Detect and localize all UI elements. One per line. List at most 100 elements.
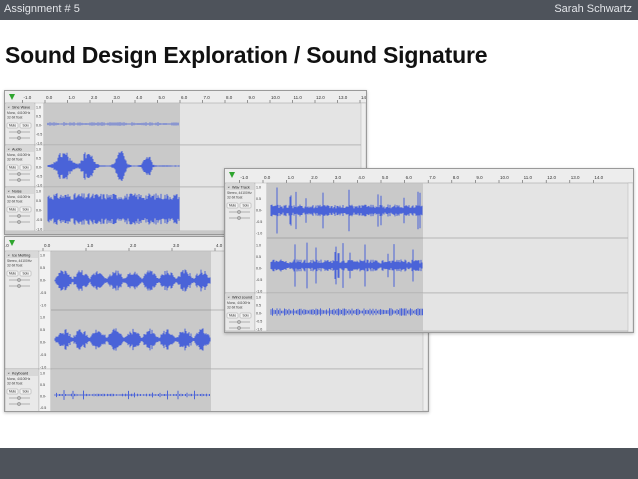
mute-label: Mute xyxy=(9,124,16,128)
scale-label: 1.0 xyxy=(36,106,41,110)
track-info: Mono, 44100Hz xyxy=(7,153,31,157)
empty-track-space xyxy=(225,331,633,332)
solo-label: Solo xyxy=(23,272,30,276)
slider-thumb[interactable] xyxy=(17,130,21,134)
ruler-tick-label: 10.0 xyxy=(500,175,509,180)
scale-label: 0.5 xyxy=(40,383,45,387)
audio-track[interactable]: Wav Track×Stereo, 44100Hz32-bit floatMut… xyxy=(225,182,633,294)
scale-label: 1.0 xyxy=(36,190,41,194)
slider-thumb[interactable] xyxy=(237,326,241,330)
mute-label: Mute xyxy=(9,390,16,394)
mute-label: Mute xyxy=(229,204,236,208)
track-info: 32-bit float xyxy=(227,196,242,200)
solo-label: Solo xyxy=(243,314,250,318)
ruler-tick-label: 5.0 xyxy=(159,95,166,100)
scale-label: -0.5 xyxy=(40,353,46,357)
track-info: 32-bit float xyxy=(7,264,22,268)
track-info: Mono, 44100Hz xyxy=(7,111,31,115)
scale-label: -1.0 xyxy=(40,303,46,307)
slider-thumb[interactable] xyxy=(17,284,21,288)
slider-thumb[interactable] xyxy=(17,172,21,176)
author-name: Sarah Schwartz xyxy=(554,3,632,15)
slider-thumb[interactable] xyxy=(17,396,21,400)
ruler-tick-label: 3.0 xyxy=(335,175,342,180)
slider-thumb[interactable] xyxy=(237,216,241,220)
track-info: Stereo, 44100Hz xyxy=(227,191,252,195)
scale-label: 1.0 xyxy=(256,296,261,300)
ruler-tick-label: 0.0 xyxy=(46,95,53,100)
scale-label: 1.0 xyxy=(256,243,261,247)
slider-thumb[interactable] xyxy=(17,278,21,282)
audio-track[interactable]: Sine Wave×Mono, 44100Hz32-bit floatMute S… xyxy=(5,102,366,146)
slider-thumb[interactable] xyxy=(17,136,21,140)
track-info: Stereo, 44100Hz xyxy=(7,259,32,263)
track-name: Ice Melting xyxy=(12,254,30,258)
scale-label: 0.0- xyxy=(36,124,43,128)
slider-thumb[interactable] xyxy=(17,214,21,218)
page-title: Sound Design Exploration / Sound Signatu… xyxy=(5,42,488,68)
ruler-tick-label: 7.0 xyxy=(429,175,436,180)
scale-label: 0.5 xyxy=(256,304,261,308)
track-info: 32-bit float xyxy=(7,158,22,162)
ruler-tick-label: 7.0 xyxy=(204,95,211,100)
scale-label: -0.5 xyxy=(256,278,262,282)
scale-label: 1.0 xyxy=(256,186,261,190)
scale-label: 0.0- xyxy=(256,209,263,213)
track-name: Wind sound xyxy=(232,296,252,300)
scale-label: 0.5 xyxy=(256,197,261,201)
track-name: Noise xyxy=(12,190,22,194)
ruler-tick-label: 14.0 xyxy=(594,175,603,180)
track-name: Wav Track xyxy=(232,186,250,190)
ruler-tick-label: 3.0 xyxy=(114,95,121,100)
scale-label: -1.0 xyxy=(256,232,262,236)
ruler-tick-label: 4.0 xyxy=(358,175,365,180)
vertical-scrollbar[interactable] xyxy=(627,182,633,332)
solo-label: Solo xyxy=(23,390,30,394)
ruler-tick-label: 2.0 xyxy=(130,243,137,248)
audacity-window-2: -1.0 0.0 1.0 2.0 3.0 4.0 5.0 6.0 7.0 8.0 9.0 10.0 11… xyxy=(224,168,634,333)
slider-thumb[interactable] xyxy=(237,320,241,324)
ruler-tick-label: 10.0 xyxy=(271,95,280,100)
scale-label: 0.5 xyxy=(40,328,45,332)
slider-thumb[interactable] xyxy=(17,402,21,406)
ruler-tick-label: 6.0 xyxy=(181,95,188,100)
assignment-label: Assignment # 5 xyxy=(4,3,80,15)
scale-label: 1.0 xyxy=(36,148,41,152)
ruler-tick-label: 11.0 xyxy=(524,175,533,180)
scale-label: -1.0 xyxy=(256,328,262,332)
audio-track[interactable]: Keyboard×Mono, 44100Hz32-bit floatMute So… xyxy=(5,368,428,412)
ruler-tick-label: -1.0 xyxy=(5,243,9,248)
ruler-tick-label: -1.0 xyxy=(24,95,32,100)
selected-clip-region[interactable] xyxy=(51,369,211,412)
ruler-tick-label: 1.0 xyxy=(87,243,94,248)
track-name: Sine Wave xyxy=(12,106,30,110)
ruler-tick-label: 6.0 xyxy=(406,175,413,180)
mute-label: Mute xyxy=(229,314,236,318)
scale-label: -0.5 xyxy=(36,133,42,137)
solo-label: Solo xyxy=(23,208,30,212)
slider-thumb[interactable] xyxy=(17,220,21,224)
ruler-tick-label: 9.0 xyxy=(476,175,483,180)
ruler-tick-label: -1.0 xyxy=(240,175,248,180)
waveform xyxy=(47,193,180,225)
ruler-tick-label: 2.0 xyxy=(91,95,98,100)
scale-label: 0.0- xyxy=(256,312,263,316)
track-control-panel xyxy=(225,182,256,294)
slider-thumb[interactable] xyxy=(237,210,241,214)
track-info: Mono, 44100Hz xyxy=(7,195,31,199)
slider-thumb[interactable] xyxy=(17,178,21,182)
ruler-tick-label: 4.0 xyxy=(216,243,223,248)
scale-label: 0.0- xyxy=(36,209,43,213)
scale-label: 0.5 xyxy=(36,199,41,203)
track-info: Mono, 44100Hz xyxy=(7,377,31,381)
audio-track[interactable]: Wind sound×Mono, 44100Hz32-bit floatMute… xyxy=(225,292,633,332)
scale-label: 0.5 xyxy=(36,157,41,161)
scale-label: 0.0- xyxy=(40,341,47,345)
track-name: Keyboard xyxy=(12,372,28,376)
scale-label: 0.0- xyxy=(40,278,47,282)
ruler-tick-label: 1.0 xyxy=(288,175,295,180)
ruler-tick-label: 8.0 xyxy=(226,95,233,100)
ruler-tick-label: 4.0 xyxy=(136,95,143,100)
top-bar: Assignment # 5 Sarah Schwartz xyxy=(0,0,638,20)
scale-label: -0.5 xyxy=(40,406,46,410)
